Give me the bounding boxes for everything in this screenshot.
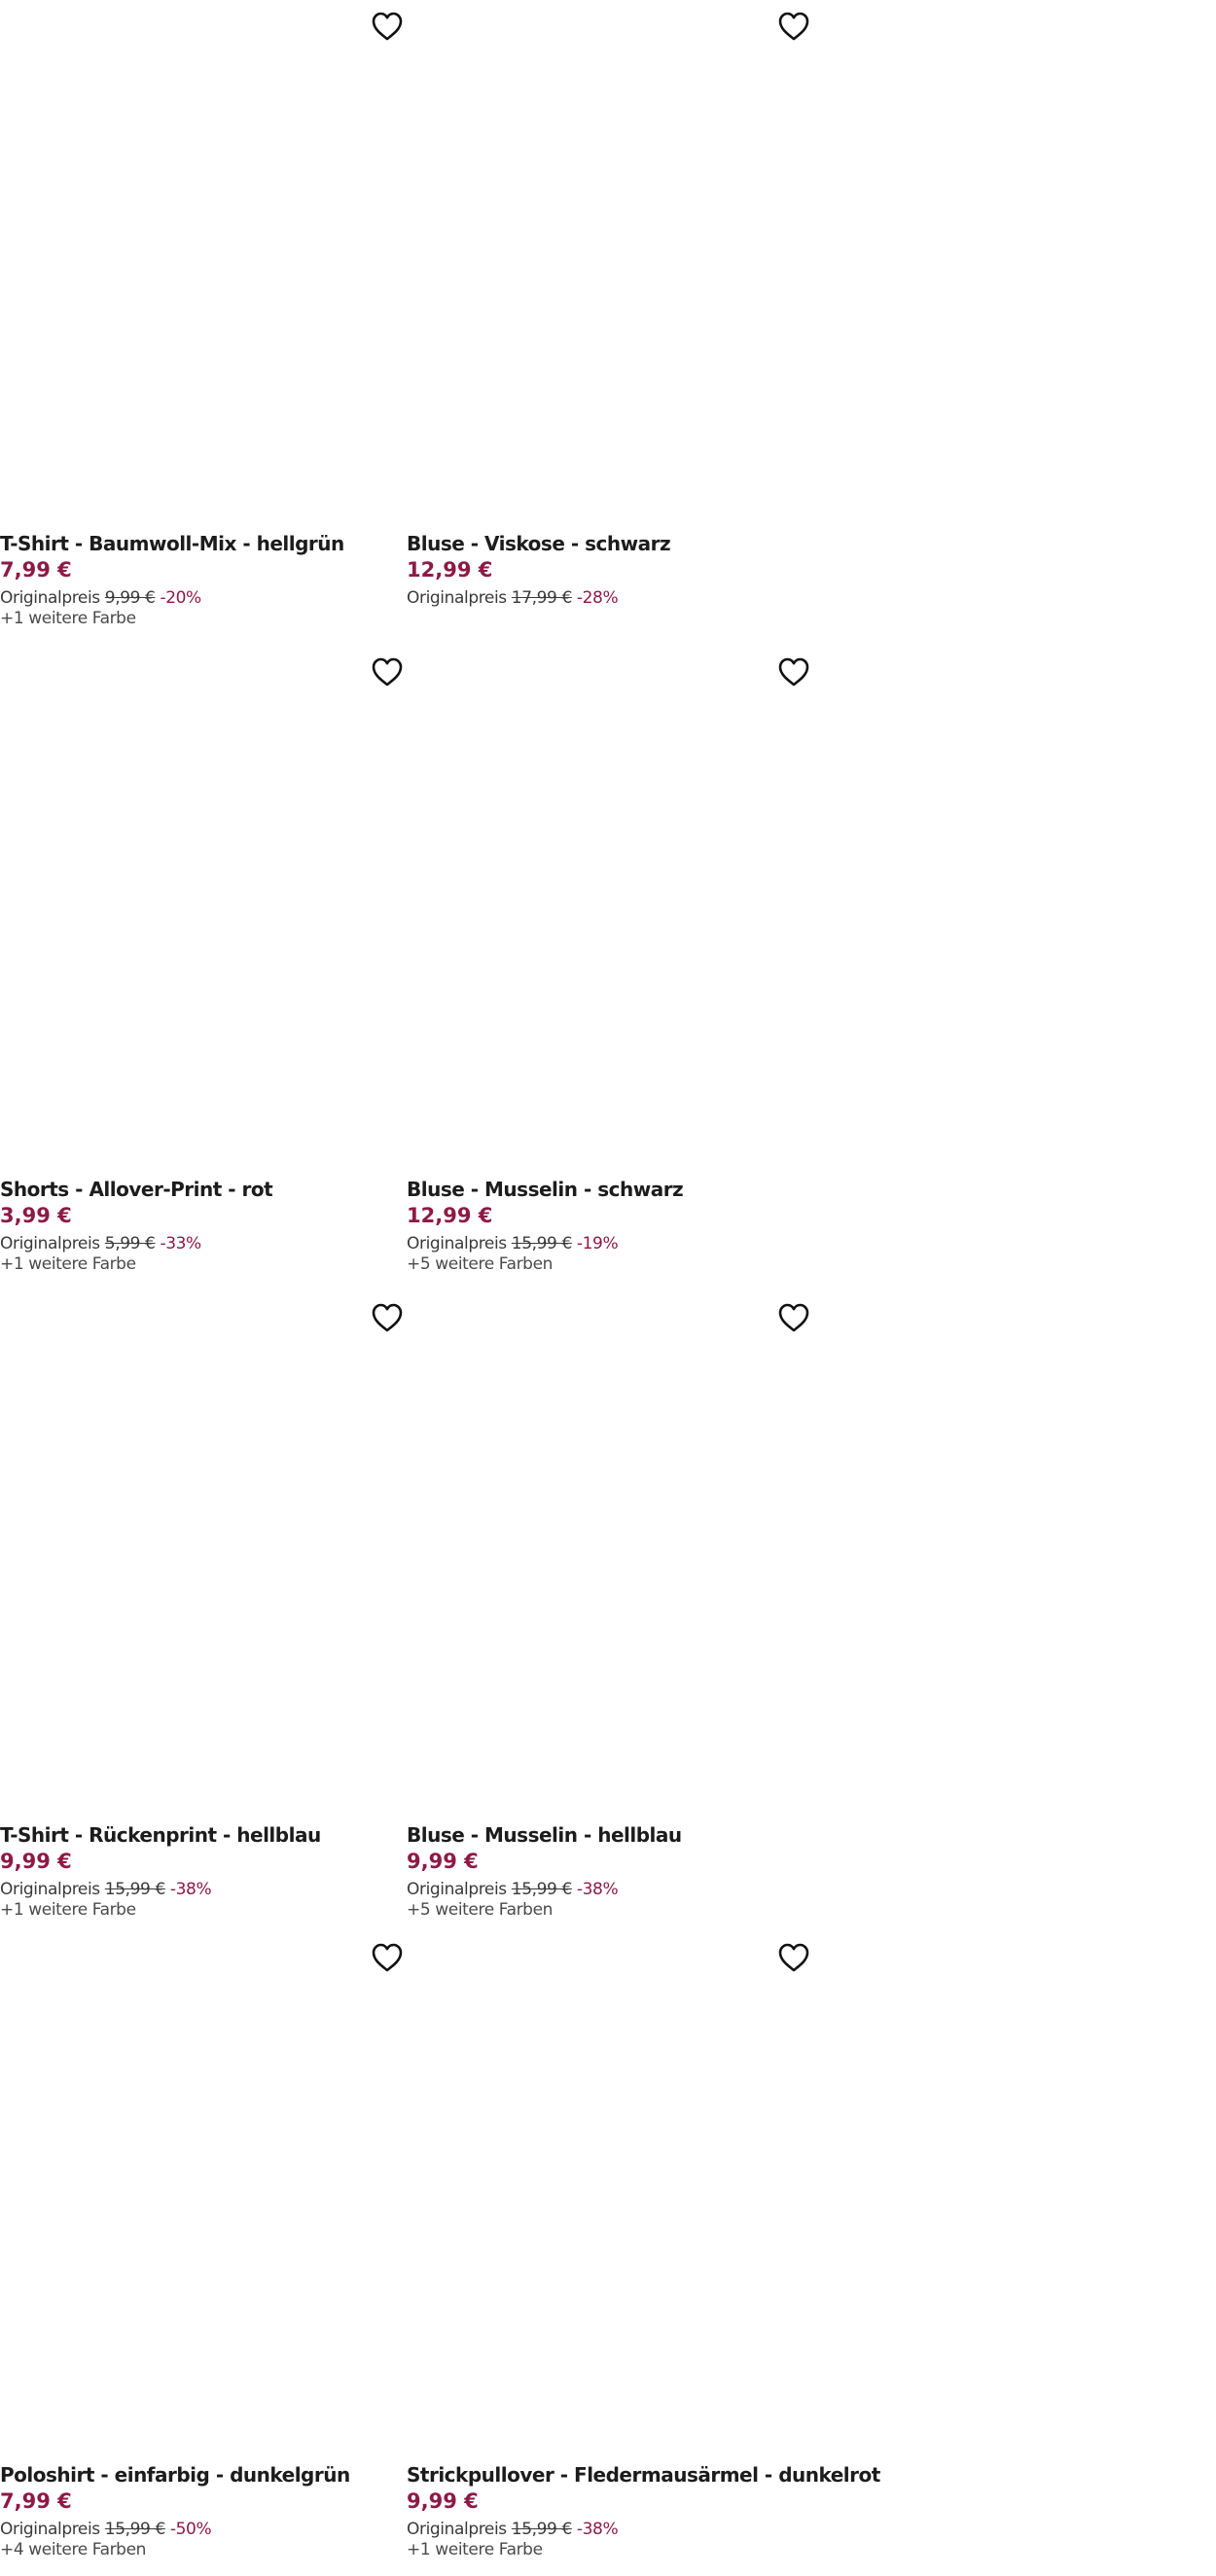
- heart-icon: [778, 657, 809, 687]
- product-price: 12,99 €: [407, 1204, 493, 1227]
- product-card[interactable]: Bluse - Musselin - schwarz 12,99 € Origi…: [407, 646, 811, 1290]
- original-price: 15,99 €: [511, 1880, 572, 1899]
- product-card[interactable]: Shorts - Allover-Print - rot 3,99 € Orig…: [0, 646, 405, 1290]
- wishlist-button[interactable]: [776, 1941, 811, 1974]
- product-image[interactable]: [0, 1291, 405, 1809]
- product-info: Strickpullover - Fledermausärmel - dunke…: [407, 2462, 880, 2559]
- original-price-label: Originalpreis: [407, 1234, 507, 1253]
- more-colors-link[interactable]: +1 weitere Farbe: [0, 1900, 405, 1920]
- product-price: 7,99 €: [0, 2489, 72, 2513]
- wishlist-button[interactable]: [776, 1301, 811, 1334]
- heart-icon: [778, 1303, 809, 1332]
- product-info: Poloshirt - einfarbig - dunkelgrün 7,99 …: [0, 2462, 405, 2559]
- more-colors-link[interactable]: +1 weitere Farbe: [0, 1254, 405, 1274]
- wishlist-button[interactable]: [370, 10, 405, 43]
- original-price-label: Originalpreis: [0, 1234, 100, 1253]
- product-image[interactable]: [407, 1931, 811, 2449]
- original-price: 9,99 €: [104, 588, 156, 608]
- heart-icon: [372, 657, 403, 687]
- wishlist-button[interactable]: [776, 10, 811, 43]
- product-image[interactable]: [407, 1291, 811, 1809]
- product-price: 9,99 €: [0, 1850, 72, 1873]
- original-price: 15,99 €: [104, 2520, 165, 2539]
- original-price-label: Originalpreis: [0, 1880, 100, 1899]
- product-info: Bluse - Musselin - hellblau 9,99 € Origi…: [407, 1822, 811, 1920]
- more-colors-link[interactable]: +1 weitere Farbe: [0, 609, 405, 628]
- product-title[interactable]: Strickpullover - Fledermausärmel - dunke…: [407, 2462, 880, 2488]
- more-colors-link[interactable]: +5 weitere Farben: [407, 1254, 811, 1274]
- product-price: 9,99 €: [407, 2489, 479, 2513]
- original-price-line: Originalpreis 5,99 € -33%: [0, 1233, 405, 1254]
- original-price-label: Originalpreis: [407, 588, 507, 608]
- discount-badge: -19%: [576, 1234, 619, 1253]
- original-price-label: Originalpreis: [407, 1880, 507, 1899]
- product-title[interactable]: T-Shirt - Rückenprint - hellblau: [0, 1822, 405, 1848]
- product-image[interactable]: [0, 1931, 405, 2449]
- product-card[interactable]: T-Shirt - Baumwoll-Mix - hellgrün 7,99 €…: [0, 0, 405, 645]
- original-price-line: Originalpreis 9,99 € -20%: [0, 587, 405, 609]
- original-price-line: Originalpreis 15,99 € -19%: [407, 1233, 811, 1254]
- product-card[interactable]: Bluse - Musselin - hellblau 9,99 € Origi…: [407, 1291, 811, 1936]
- product-title[interactable]: T-Shirt - Baumwoll-Mix - hellgrün: [0, 531, 405, 556]
- original-price: 17,99 €: [511, 588, 572, 608]
- heart-icon: [372, 1303, 403, 1332]
- wishlist-button[interactable]: [370, 1941, 405, 1974]
- original-price: 15,99 €: [104, 1880, 165, 1899]
- original-price: 15,99 €: [511, 1234, 572, 1253]
- product-info: T-Shirt - Baumwoll-Mix - hellgrün 7,99 €…: [0, 531, 405, 628]
- product-info: T-Shirt - Rückenprint - hellblau 9,99 € …: [0, 1822, 405, 1920]
- discount-badge: -33%: [160, 1234, 201, 1253]
- product-image[interactable]: [0, 646, 405, 1163]
- product-title[interactable]: Bluse - Musselin - hellblau: [407, 1822, 811, 1848]
- product-info: Bluse - Viskose - schwarz 12,99 € Origin…: [407, 531, 811, 609]
- product-info: Bluse - Musselin - schwarz 12,99 € Origi…: [407, 1177, 811, 1274]
- original-price: 15,99 €: [511, 2520, 572, 2539]
- discount-badge: -38%: [576, 1880, 619, 1899]
- more-colors-link[interactable]: +4 weitere Farben: [0, 2540, 405, 2559]
- product-image[interactable]: [0, 0, 405, 517]
- product-title[interactable]: Bluse - Musselin - schwarz: [407, 1177, 811, 1202]
- product-image[interactable]: [407, 0, 811, 517]
- original-price-line: Originalpreis 15,99 € -38%: [407, 1879, 811, 1900]
- original-price-label: Originalpreis: [0, 2520, 100, 2539]
- original-price-label: Originalpreis: [0, 588, 100, 608]
- product-card[interactable]: Bluse - Viskose - schwarz 12,99 € Origin…: [407, 0, 811, 645]
- discount-badge: -50%: [169, 2520, 212, 2539]
- product-price: 9,99 €: [407, 1850, 479, 1873]
- product-title[interactable]: Poloshirt - einfarbig - dunkelgrün: [0, 2462, 405, 2488]
- heart-icon: [778, 1943, 809, 1972]
- more-colors-link[interactable]: +1 weitere Farbe: [407, 2540, 811, 2559]
- wishlist-button[interactable]: [370, 655, 405, 688]
- product-price: 7,99 €: [0, 558, 72, 582]
- product-title[interactable]: Bluse - Viskose - schwarz: [407, 531, 811, 556]
- discount-badge: -38%: [576, 2520, 619, 2539]
- discount-badge: -38%: [169, 1880, 212, 1899]
- discount-badge: -20%: [160, 588, 201, 608]
- more-colors-link[interactable]: +5 weitere Farben: [407, 1900, 811, 1920]
- product-card[interactable]: Strickpullover - Fledermausärmel - dunke…: [407, 1931, 880, 2576]
- product-price: 12,99 €: [407, 558, 493, 582]
- original-price-label: Originalpreis: [407, 2520, 507, 2539]
- original-price-line: Originalpreis 15,99 € -50%: [0, 2519, 405, 2540]
- product-card[interactable]: Poloshirt - einfarbig - dunkelgrün 7,99 …: [0, 1931, 405, 2576]
- product-info: Shorts - Allover-Print - rot 3,99 € Orig…: [0, 1177, 405, 1274]
- heart-icon: [372, 12, 403, 41]
- original-price-line: Originalpreis 15,99 € -38%: [0, 1879, 405, 1900]
- discount-badge: -28%: [576, 588, 619, 608]
- wishlist-button[interactable]: [776, 655, 811, 688]
- heart-icon: [372, 1943, 403, 1972]
- original-price-line: Originalpreis 17,99 € -28%: [407, 587, 811, 609]
- original-price: 5,99 €: [104, 1234, 156, 1253]
- original-price-line: Originalpreis 15,99 € -38%: [407, 2519, 811, 2540]
- heart-icon: [778, 12, 809, 41]
- product-price: 3,99 €: [0, 1204, 72, 1227]
- product-image[interactable]: [407, 646, 811, 1163]
- product-title[interactable]: Shorts - Allover-Print - rot: [0, 1177, 405, 1202]
- product-card[interactable]: T-Shirt - Rückenprint - hellblau 9,99 € …: [0, 1291, 405, 1936]
- wishlist-button[interactable]: [370, 1301, 405, 1334]
